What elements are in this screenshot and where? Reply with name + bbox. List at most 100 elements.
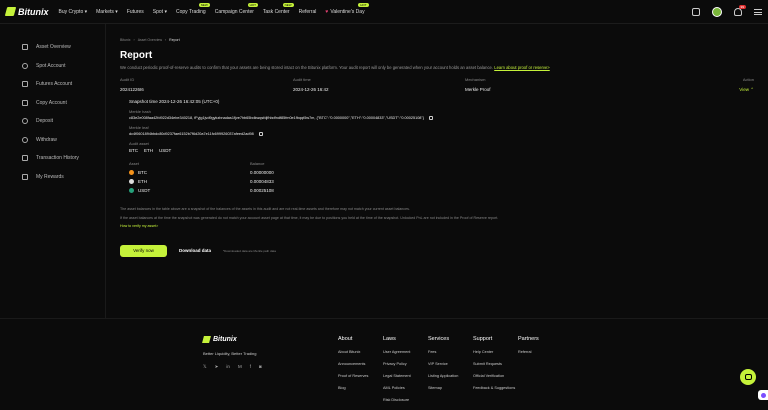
new-badge: NEW bbox=[198, 2, 210, 7]
footer-link[interactable]: Feedback & Suggestions bbox=[473, 386, 517, 398]
page-title: Report bbox=[120, 50, 153, 61]
footer-link[interactable]: Privacy Policy bbox=[383, 362, 411, 374]
view-toggle-button[interactable]: View ⌃ bbox=[739, 87, 754, 92]
audit-table-header: Audit ID Audit time Mechanism Action bbox=[120, 77, 754, 82]
learn-proof-link[interactable]: Learn about proof or reserve> bbox=[494, 65, 550, 70]
heart-icon: ♥ bbox=[325, 8, 329, 15]
footer-brand: Bitunix Better Liquidity, Better Trading… bbox=[202, 336, 262, 370]
footer-link[interactable]: Legal Statement bbox=[383, 374, 411, 386]
merkle-leaf-label: Merkle leaf bbox=[129, 125, 149, 130]
verify-now-button[interactable]: Verify now bbox=[120, 244, 167, 257]
brand-name: Bitunix bbox=[18, 6, 49, 17]
top-navigation: Bitunix Buy Crypto ▾ Markets ▾ Futures S… bbox=[0, 0, 768, 24]
disclaimer-notes: The asset balances in the table above ar… bbox=[120, 207, 499, 228]
menu-icon[interactable] bbox=[754, 8, 762, 15]
nav-spot[interactable]: Spot ▾ bbox=[153, 9, 167, 15]
breadcrumb-report: Report bbox=[169, 38, 180, 42]
merkle-leaf: dc4f0601894bbdc80d9237fae6152b7f6d20a7e1… bbox=[129, 132, 754, 136]
footer-logo[interactable]: Bitunix bbox=[202, 336, 262, 343]
instagram-icon[interactable]: ◙ bbox=[259, 364, 262, 370]
footer-link[interactable]: Submit Requests bbox=[473, 362, 517, 374]
wallet-icon[interactable] bbox=[692, 7, 700, 16]
audit-time: 2024-12-26 16:42 bbox=[293, 87, 329, 92]
brand-logo[interactable]: Bitunix bbox=[4, 6, 49, 17]
breadcrumb-asset-overview[interactable]: Asset Overview bbox=[138, 38, 162, 42]
x-icon[interactable]: 𝕏 bbox=[203, 364, 207, 370]
spot-icon bbox=[22, 62, 28, 69]
table-row: USDT 0.00025108 bbox=[129, 188, 754, 193]
audit-id: 20241226I6 bbox=[120, 87, 144, 92]
table-row: ETH 0.00004833 bbox=[129, 179, 754, 184]
chat-icon bbox=[744, 374, 752, 380]
btc-icon bbox=[129, 170, 134, 175]
new-badge: NEW bbox=[282, 2, 294, 7]
telegram-icon[interactable]: ➤ bbox=[215, 364, 219, 370]
sidebar-item-copy-account[interactable]: Copy Account bbox=[0, 94, 105, 113]
footer-link[interactable]: AML Policies bbox=[383, 386, 411, 398]
chat-support-button[interactable] bbox=[740, 369, 756, 385]
footer-column-services: Services Fees VIP Service Listing Applic… bbox=[428, 336, 458, 398]
footer-link[interactable]: Risk Disclosure bbox=[383, 398, 411, 410]
audit-assets: BTC ETH USDT bbox=[129, 148, 172, 153]
copy-icon bbox=[22, 99, 28, 106]
footer-link[interactable]: Referral bbox=[518, 350, 539, 362]
footer-column-support: Support Help Center Submit Requests Offi… bbox=[473, 336, 517, 398]
report-content: Bitunix › Asset Overview › Report Report W… bbox=[106, 24, 768, 318]
audit-mechanism: Merkle Proof bbox=[465, 87, 491, 92]
merkle-hash: c83e2e008faa42fd922d34ebe340218, fFyjg1j… bbox=[129, 116, 754, 120]
sidebar-item-my-rewards[interactable]: My Rewards bbox=[0, 168, 105, 187]
sidebar-item-asset-overview[interactable]: Asset Overview bbox=[0, 38, 105, 57]
medium-icon[interactable]: M bbox=[238, 364, 242, 370]
nav-task-center[interactable]: Task Center NEW bbox=[263, 2, 294, 15]
copy-icon[interactable] bbox=[258, 132, 263, 136]
footer-link[interactable]: Announcements bbox=[338, 362, 368, 374]
nav-referral[interactable]: Referral bbox=[299, 9, 317, 15]
footer-column-partners: Partners Referral bbox=[518, 336, 539, 362]
copy-icon[interactable] bbox=[429, 116, 434, 120]
verify-asset-link[interactable]: How to verify my asset> bbox=[120, 224, 158, 228]
nav-markets[interactable]: Markets ▾ bbox=[96, 9, 118, 15]
sidebar-item-deposit[interactable]: Deposit bbox=[0, 112, 105, 131]
footer-link[interactable]: VIP Service bbox=[428, 362, 458, 374]
footer-link[interactable]: About Bitunix bbox=[338, 350, 368, 362]
breadcrumb-bitunix[interactable]: Bitunix bbox=[120, 38, 131, 42]
footer-link[interactable]: Sitemap bbox=[428, 386, 458, 398]
site-footer: Bitunix Better Liquidity, Better Trading… bbox=[0, 318, 768, 409]
audit-asset-label: Audit asset bbox=[129, 141, 149, 146]
sidebar-item-transaction-history[interactable]: Transaction History bbox=[0, 149, 105, 168]
hot-badge: HOT bbox=[358, 2, 369, 7]
merkle-hash-label: Merkle hash bbox=[129, 109, 151, 114]
header-actions: 99 bbox=[692, 4, 762, 17]
bell-icon[interactable]: 99 bbox=[734, 4, 746, 16]
eth-icon bbox=[129, 179, 134, 184]
nav-valentines-day[interactable]: ♥ Valentine's Day HOT bbox=[325, 2, 369, 15]
nav-copy-trading[interactable]: Copy Trading NEW bbox=[176, 2, 210, 15]
hot-badge: HOT bbox=[247, 2, 258, 7]
sidebar-item-withdraw[interactable]: Withdraw bbox=[0, 131, 105, 150]
sidebar-item-futures-account[interactable]: Futures Account bbox=[0, 75, 105, 94]
footer-link[interactable]: Official Verification bbox=[473, 374, 517, 386]
footer-link[interactable]: Fees bbox=[428, 350, 458, 362]
nav-campaign-center[interactable]: Campaign Center HOT bbox=[215, 2, 258, 15]
footer-tagline: Better Liquidity, Better Trading bbox=[203, 351, 257, 356]
balance-table-header: Asset Balance bbox=[129, 161, 265, 166]
facebook-icon[interactable]: f bbox=[250, 364, 251, 370]
nav-buy-crypto[interactable]: Buy Crypto ▾ bbox=[59, 9, 88, 15]
footer-link[interactable]: Proof of Reserves bbox=[338, 374, 368, 386]
footer-column-about: About About Bitunix Announcements Proof … bbox=[338, 336, 368, 398]
logo-mark-icon bbox=[202, 336, 211, 343]
avatar[interactable] bbox=[712, 6, 722, 17]
download-hint: *Downloaded data are Merkle path data bbox=[223, 248, 276, 253]
notification-count: 99 bbox=[738, 4, 746, 9]
footer-link[interactable]: Help Center bbox=[473, 350, 517, 362]
logo-mark-icon bbox=[4, 7, 17, 16]
footer-link[interactable]: User Agreement bbox=[383, 350, 411, 362]
footer-link[interactable]: Listing Application bbox=[428, 374, 458, 386]
floating-widget[interactable] bbox=[758, 390, 768, 400]
sidebar-item-spot-account[interactable]: Spot Account bbox=[0, 57, 105, 76]
footer-link[interactable]: Blog bbox=[338, 386, 368, 398]
linkedin-icon[interactable]: in bbox=[226, 364, 230, 370]
action-row: Verify now Download data *Downloaded dat… bbox=[120, 244, 754, 257]
nav-futures[interactable]: Futures bbox=[127, 9, 144, 15]
download-data-button[interactable]: Download data bbox=[179, 248, 211, 253]
